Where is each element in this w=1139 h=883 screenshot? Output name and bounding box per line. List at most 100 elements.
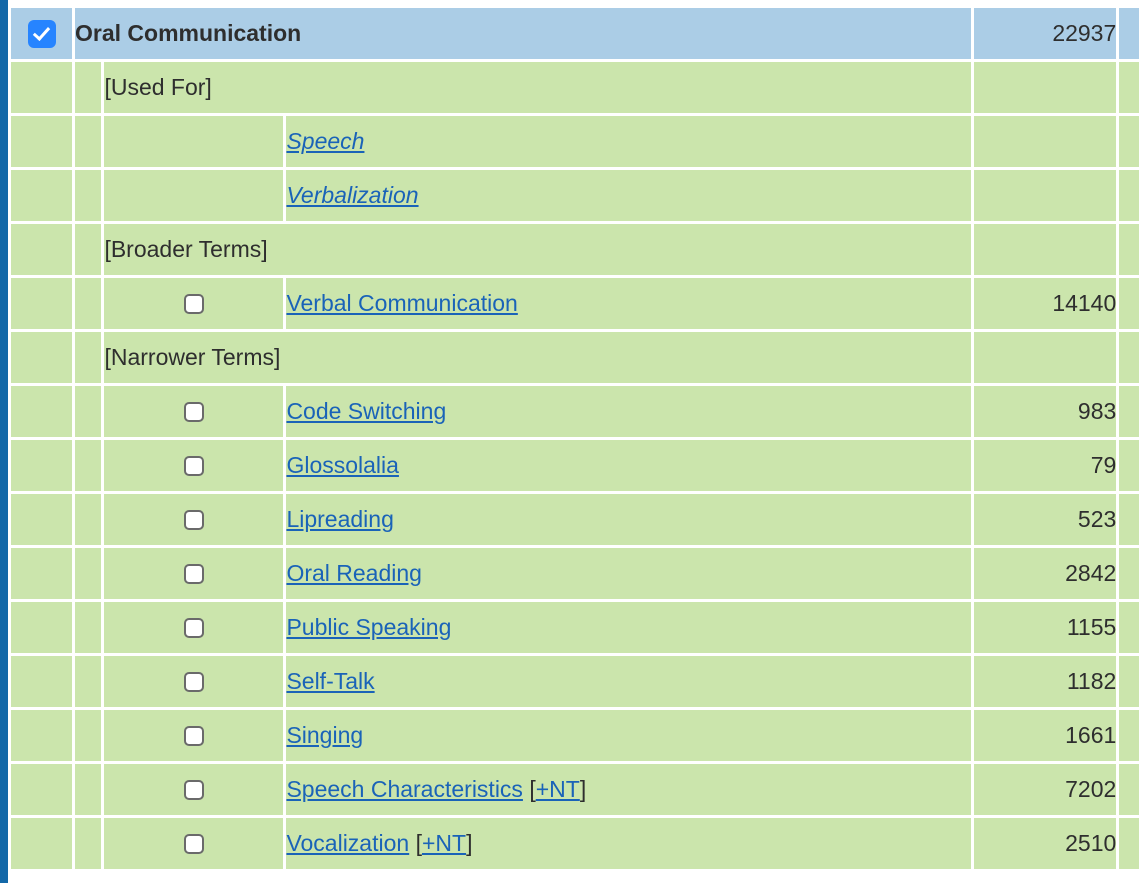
nt-close-bracket: ] <box>579 776 587 802</box>
term-link[interactable]: Oral Reading <box>286 560 422 586</box>
row-indent-cell <box>75 656 102 707</box>
section-spacer-cell <box>11 332 73 383</box>
term-checkbox[interactable] <box>183 509 204 530</box>
main-term-checkbox[interactable] <box>27 19 56 48</box>
row-tail-cell <box>1119 494 1139 545</box>
term-checkbox-cell[interactable] <box>104 656 284 707</box>
row-tail-cell <box>1119 764 1139 815</box>
term-link[interactable]: Vocalization <box>286 830 409 856</box>
term-link[interactable]: Self-Talk <box>286 668 374 694</box>
section-spacer-cell <box>75 224 102 275</box>
term-checkbox-cell[interactable] <box>104 710 284 761</box>
term-link[interactable]: Verbal Communication <box>286 290 517 316</box>
term-link[interactable]: Speech Characteristics <box>286 776 523 802</box>
term-link[interactable]: Lipreading <box>286 506 393 532</box>
row-tail-cell <box>1119 116 1139 167</box>
row-tail-cell <box>1119 386 1139 437</box>
term-count: 1661 <box>973 710 1117 761</box>
term-label-cell: Singing <box>286 710 971 761</box>
term-count: 1155 <box>973 602 1117 653</box>
row-tail-cell <box>1119 332 1139 383</box>
row-indent-cell <box>75 764 102 815</box>
term-label-cell: Speech <box>286 116 971 167</box>
term-row: Code Switching 983 <box>11 386 1139 437</box>
term-count: 14140 <box>973 278 1117 329</box>
term-row: Verbalization <box>11 170 1139 221</box>
term-checkbox-cell[interactable] <box>104 440 284 491</box>
term-row: Public Speaking 1155 <box>11 602 1139 653</box>
checkbox-wrapper <box>104 602 283 653</box>
term-link[interactable]: Public Speaking <box>286 614 451 640</box>
term-checkbox[interactable] <box>183 617 204 638</box>
thesaurus-table-scroll-area[interactable]: Oral Communication 22937 [Used For] Speech V… <box>8 5 1139 883</box>
term-label-cell: Vocalization [+NT] <box>286 818 971 869</box>
row-indent-cell <box>11 602 73 653</box>
term-link[interactable]: Singing <box>286 722 363 748</box>
main-term-count: 22937 <box>973 8 1117 59</box>
term-indent-cell <box>104 170 284 221</box>
term-label-cell: Verbalization <box>286 170 971 221</box>
checkbox-wrapper <box>104 764 283 815</box>
checkbox-wrapper <box>104 548 283 599</box>
term-label-cell: Lipreading <box>286 494 971 545</box>
term-checkbox[interactable] <box>183 293 204 314</box>
section-header-row: [Used For] <box>11 62 1139 113</box>
expand-narrower-terms-link[interactable]: +NT <box>422 830 466 856</box>
term-checkbox[interactable] <box>183 401 204 422</box>
term-checkbox[interactable] <box>183 779 204 800</box>
nt-close-bracket: ] <box>466 830 473 856</box>
term-checkbox-cell[interactable] <box>104 818 284 869</box>
term-count: 7202 <box>973 764 1117 815</box>
section-count-cell <box>973 62 1117 113</box>
term-link[interactable]: Code Switching <box>286 398 446 424</box>
term-checkbox-cell[interactable] <box>104 548 284 599</box>
row-indent-cell <box>75 440 102 491</box>
term-row: Oral Reading 2842 <box>11 548 1139 599</box>
term-checkbox-cell[interactable] <box>104 764 284 815</box>
row-indent-cell <box>75 602 102 653</box>
term-link[interactable]: Speech <box>286 128 364 154</box>
section-count-cell <box>973 224 1117 275</box>
term-link[interactable]: Glossolalia <box>286 452 399 478</box>
row-tail-cell <box>1119 62 1139 113</box>
checkbox-wrapper <box>104 494 283 545</box>
section-spacer-cell <box>75 332 102 383</box>
term-indent-cell <box>104 116 284 167</box>
row-indent-cell <box>11 278 73 329</box>
section-label: [Broader Terms] <box>104 224 971 275</box>
term-checkbox[interactable] <box>183 833 204 854</box>
left-edge-rail <box>0 0 8 883</box>
term-checkbox-cell[interactable] <box>104 494 284 545</box>
main-term-checkbox-cell[interactable] <box>11 8 73 59</box>
term-row: Speech <box>11 116 1139 167</box>
section-spacer-cell <box>11 224 73 275</box>
row-tail-cell <box>1119 656 1139 707</box>
section-spacer-cell <box>11 62 73 113</box>
term-checkbox[interactable] <box>183 563 204 584</box>
term-label-cell: Glossolalia <box>286 440 971 491</box>
term-checkbox-cell[interactable] <box>104 602 284 653</box>
row-tail-cell <box>1119 602 1139 653</box>
term-row: Self-Talk 1182 <box>11 656 1139 707</box>
expand-narrower-terms-link[interactable]: +NT <box>536 776 580 802</box>
row-indent-cell <box>11 548 73 599</box>
term-count: 983 <box>973 386 1117 437</box>
main-term-row: Oral Communication 22937 <box>11 8 1139 59</box>
term-row: Vocalization [+NT] 2510 <box>11 818 1139 869</box>
row-indent-cell <box>75 818 102 869</box>
term-link[interactable]: Verbalization <box>286 182 418 208</box>
row-tail-cell <box>1119 818 1139 869</box>
checkbox-wrapper <box>11 8 72 59</box>
checkbox-wrapper <box>104 710 283 761</box>
row-indent-cell <box>11 170 73 221</box>
term-checkbox[interactable] <box>183 455 204 476</box>
row-indent-cell <box>11 494 73 545</box>
term-checkbox-cell[interactable] <box>104 386 284 437</box>
term-count: 523 <box>973 494 1117 545</box>
term-count: 79 <box>973 440 1117 491</box>
row-tail-cell <box>1119 710 1139 761</box>
term-checkbox[interactable] <box>183 671 204 692</box>
term-row: Singing 1661 <box>11 710 1139 761</box>
term-checkbox-cell[interactable] <box>104 278 284 329</box>
term-checkbox[interactable] <box>183 725 204 746</box>
